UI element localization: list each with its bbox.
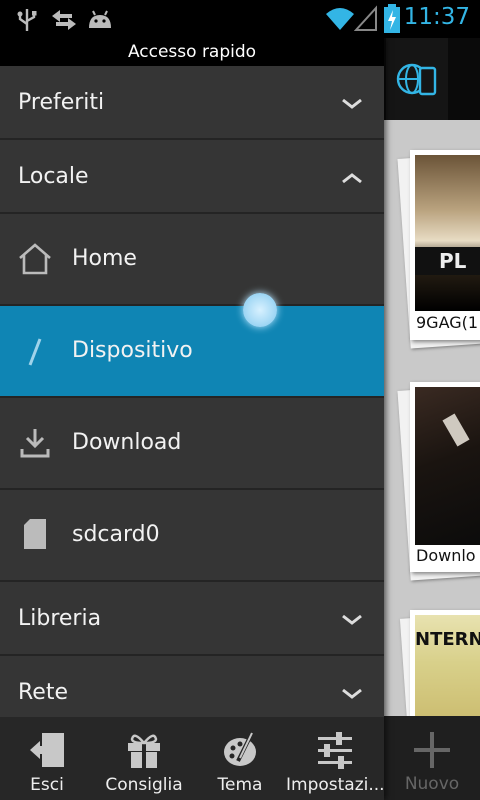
status-time: 11:37 (403, 4, 470, 30)
new-button-label: Nuovo (404, 774, 460, 794)
section-label: Locale (18, 164, 89, 189)
section-label: Rete (18, 680, 68, 705)
exit-button[interactable]: Esci (0, 717, 94, 800)
drawer-item-label: Dispositivo (72, 338, 193, 363)
drawer-bottom-bar: Esci Consiglia Tema Impostazi... (0, 717, 385, 800)
folder-card[interactable]: PL 9GAG(1 (410, 150, 480, 340)
drawer-item-sdcard0[interactable]: sdcard0 (0, 490, 384, 582)
recommend-button-label: Consiglia (105, 775, 183, 795)
palette-icon (224, 732, 256, 766)
status-bar: 11:37 (0, 0, 480, 38)
drawer-item-home[interactable]: Home (0, 214, 384, 306)
plus-icon (414, 732, 450, 768)
section-locale[interactable]: Locale (0, 140, 384, 214)
chevron-down-icon (342, 614, 362, 625)
folder-caption: Downlo (416, 546, 476, 565)
android-icon (89, 10, 111, 28)
section-libreria[interactable]: Libreria (0, 582, 384, 656)
folder-caption: 9GAG(1 (416, 313, 479, 332)
section-label: Preferiti (18, 90, 105, 115)
battery-charging-icon (384, 4, 400, 33)
theme-button[interactable]: Tema (194, 717, 286, 800)
folder-card[interactable]: Downlo (410, 382, 480, 572)
settings-button-label: Impostazi... (286, 775, 385, 795)
exit-button-label: Esci (30, 775, 64, 795)
sdcard-icon (24, 519, 46, 549)
drawer-item-dispositivo[interactable]: Dispositivo (0, 306, 384, 398)
drawer-item-label: Download (72, 430, 182, 455)
chevron-up-icon (342, 173, 362, 184)
drawer-item-download[interactable]: Download (0, 398, 384, 490)
gift-icon (128, 734, 160, 768)
drawer-title: Accesso rapido (0, 38, 384, 66)
new-button[interactable]: Nuovo (384, 716, 480, 800)
thumbnail-text: PL (415, 247, 480, 275)
slash-icon (28, 338, 42, 366)
section-label: Libreria (18, 606, 102, 631)
touch-indicator (243, 293, 277, 327)
drawer-item-label: sdcard0 (72, 522, 160, 547)
settings-sliders-icon (318, 732, 352, 769)
globe-device-icon (396, 63, 437, 96)
drawer-item-label: Home (72, 246, 137, 271)
chevron-down-icon (342, 98, 362, 109)
section-preferiti[interactable]: Preferiti (0, 66, 384, 140)
download-icon (20, 429, 50, 458)
home-icon (19, 243, 51, 275)
signal-icon (354, 5, 377, 31)
folder-thumbnail (415, 387, 480, 545)
folder-thumbnail: PL (415, 155, 480, 311)
file-browser-background: PL 9GAG(1 Downlo NTERNE Nuovo (384, 38, 480, 800)
exit-icon (30, 733, 64, 767)
thumbnail-detail (442, 413, 470, 447)
usb-icon (17, 9, 37, 31)
folder-card[interactable]: NTERNE (410, 610, 480, 735)
quick-access-drawer: Accesso rapido Preferiti Locale Home Dis… (0, 38, 385, 800)
settings-button[interactable]: Impostazi... (286, 717, 385, 800)
wifi-icon (326, 8, 354, 30)
thumbnail-text: NTERNE (415, 629, 480, 650)
thumbnail-grid: PL 9GAG(1 Downlo NTERNE (384, 120, 480, 739)
tab-device-network[interactable] (386, 38, 448, 123)
recommend-button[interactable]: Consiglia (94, 717, 194, 800)
chevron-down-icon (342, 688, 362, 699)
theme-button-label: Tema (217, 775, 263, 795)
sync-arrows-icon (52, 10, 76, 30)
